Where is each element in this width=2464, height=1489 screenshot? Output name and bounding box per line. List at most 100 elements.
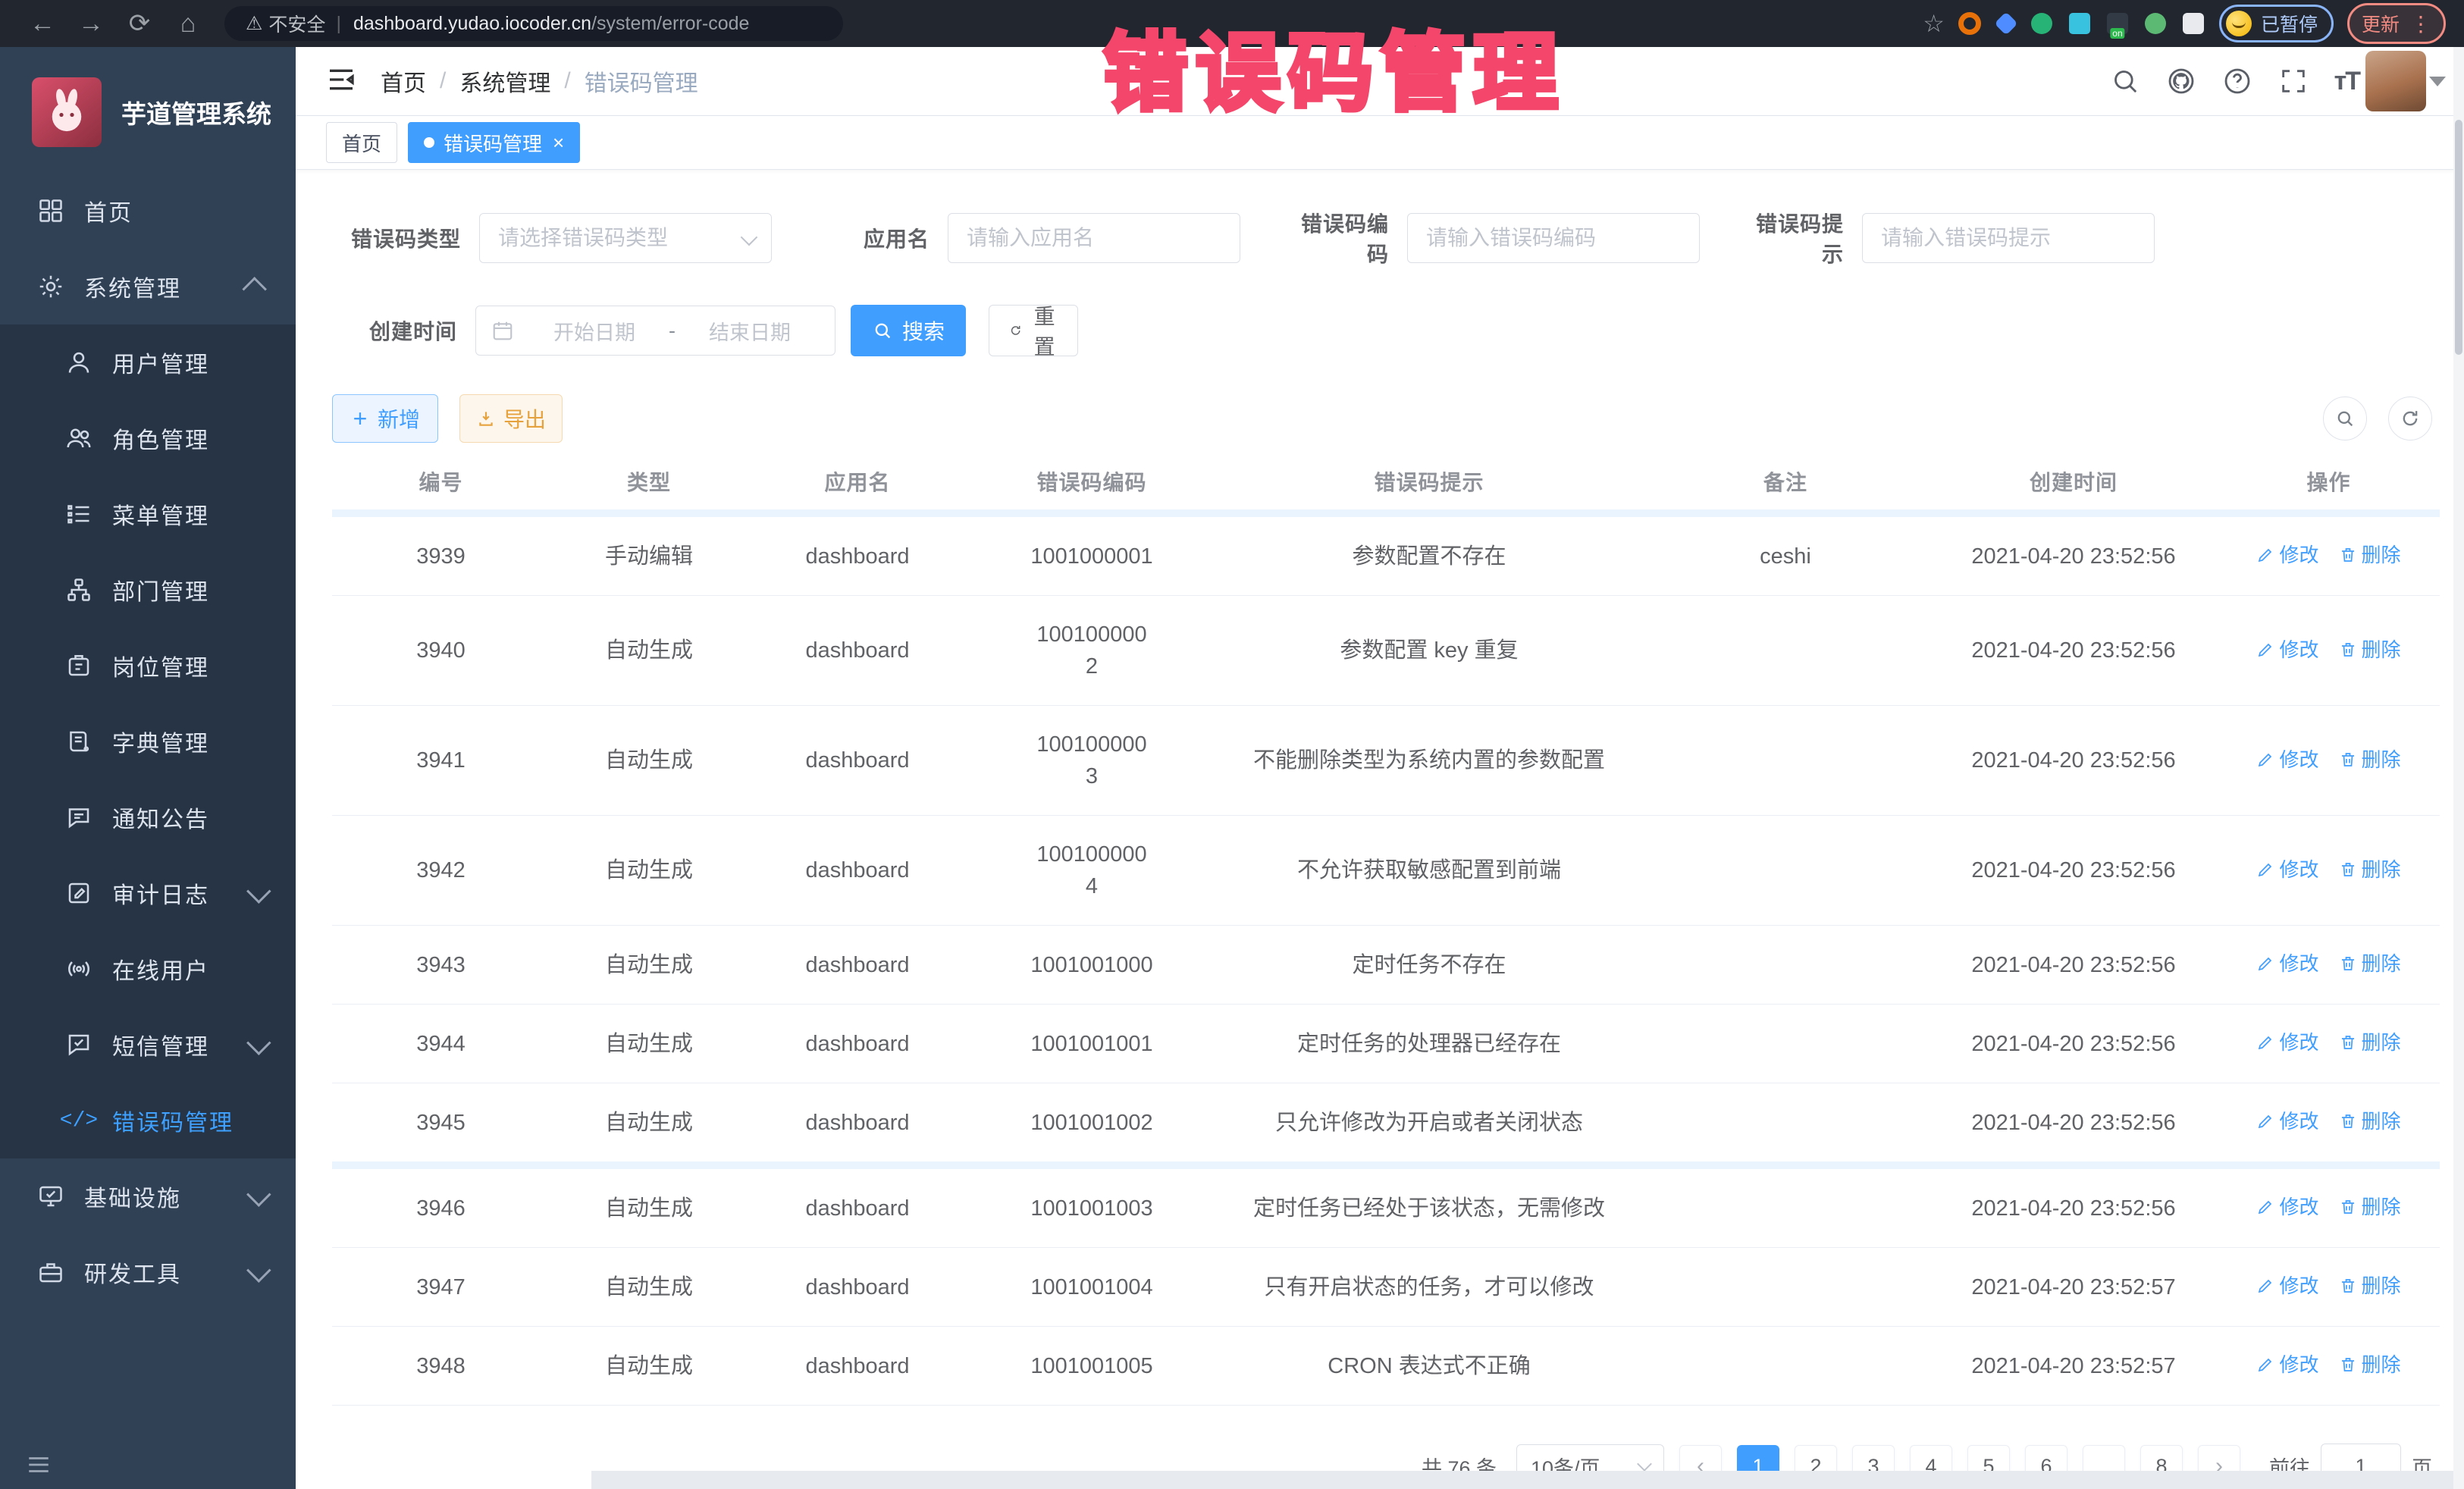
close-tab-icon[interactable]: × (553, 131, 564, 155)
menu-fold-icon[interactable] (326, 64, 356, 99)
edit-link[interactable]: 修改 (2256, 948, 2318, 979)
date-range-picker[interactable]: 开始日期 - 结束日期 (475, 306, 835, 356)
search-icon[interactable] (2110, 66, 2140, 96)
tools-icon (34, 1259, 67, 1286)
cell-remark (1641, 706, 1930, 816)
ext-blue-gem[interactable] (1994, 11, 2017, 35)
column-header-1: 类型 (550, 453, 748, 513)
bookmark-star-icon[interactable]: ☆ (1923, 9, 1945, 38)
scrollbar-thumb[interactable] (2455, 120, 2462, 355)
tab-error-code[interactable]: 错误码管理 × (408, 122, 580, 163)
sidebar-item-label: 审计日志 (112, 876, 248, 910)
edit-link[interactable]: 修改 (2256, 635, 2318, 665)
edit-link[interactable]: 修改 (2256, 854, 2318, 885)
sidebar-item-code[interactable]: </>错误码管理 (0, 1083, 296, 1158)
sidebar-item-user[interactable]: 用户管理 (0, 324, 296, 400)
sidebar-item-audit-log[interactable]: 审计日志 (0, 855, 296, 931)
sidebar-item-users[interactable]: 角色管理 (0, 400, 296, 476)
back-icon[interactable]: ← (18, 9, 67, 39)
breadcrumb-current: 错误码管理 (585, 64, 698, 98)
delete-link[interactable]: 删除 (2339, 540, 2401, 570)
delete-link[interactable]: 删除 (2339, 948, 2401, 979)
sidebar-item-gear[interactable]: 系统管理 (0, 249, 296, 324)
table-row: 3943自动生成dashboard1001001000定时任务不存在2021-0… (332, 926, 2440, 1005)
refresh-table-icon[interactable] (2388, 397, 2432, 440)
forward-icon[interactable]: → (67, 9, 115, 39)
edit-link[interactable]: 修改 (2256, 540, 2318, 570)
cell-code: 1001000001 (967, 513, 1217, 596)
delete-link[interactable]: 删除 (2339, 854, 2401, 885)
edit-link[interactable]: 修改 (2256, 1271, 2318, 1301)
ext-blue-grid[interactable] (2069, 13, 2090, 34)
edit-link[interactable]: 修改 (2256, 1027, 2318, 1058)
breadcrumb-home[interactable]: 首页 (381, 64, 426, 98)
sidebar-item-org-tree[interactable]: 部门管理 (0, 552, 296, 628)
sidebar-item-menu-list[interactable]: 菜单管理 (0, 476, 296, 552)
delete-link[interactable]: 删除 (2339, 1106, 2401, 1136)
chevron-down-icon[interactable] (2429, 77, 2446, 86)
help-icon[interactable] (2222, 66, 2252, 96)
ext-green-circle[interactable] (2031, 13, 2052, 34)
sidebar-item-tools[interactable]: 研发工具 (0, 1234, 296, 1310)
edit-link[interactable]: 修改 (2256, 744, 2318, 775)
sidebar-collapse-icon[interactable] (0, 1440, 296, 1489)
cell-id: 3942 (332, 816, 550, 926)
font-size-icon[interactable]: тT (2334, 67, 2359, 96)
reset-button[interactable]: 重置 (989, 305, 1078, 356)
edit-link[interactable]: 修改 (2256, 1106, 2318, 1136)
cell-msg: 参数配置不存在 (1217, 513, 1641, 596)
user-avatar[interactable] (2365, 51, 2426, 111)
reload-icon[interactable]: ⟳ (115, 8, 164, 39)
cell-actions: 修改删除 (2218, 926, 2440, 1005)
browser-update-button[interactable]: 更新 ⋮ (2347, 3, 2446, 44)
sidebar-item-online[interactable]: 在线用户 (0, 931, 296, 1007)
ext-orange-ring[interactable] (1958, 12, 1981, 35)
menu-list-icon (62, 500, 96, 528)
github-icon[interactable] (2166, 66, 2196, 96)
toggle-search-icon[interactable] (2323, 397, 2367, 440)
cell-msg: 只允许修改为开启或者关闭状态 (1217, 1083, 1641, 1166)
search-button[interactable]: 搜索 (851, 305, 966, 356)
edit-link[interactable]: 修改 (2256, 1192, 2318, 1222)
edit-link[interactable]: 修改 (2256, 1350, 2318, 1380)
browser-menu-dots-icon[interactable]: ⋮ (2410, 11, 2431, 36)
delete-link[interactable]: 删除 (2339, 1350, 2401, 1380)
filter-input-1[interactable] (948, 213, 1240, 263)
ext-puzzle[interactable] (2183, 13, 2204, 34)
export-button[interactable]: 导出 (459, 394, 563, 443)
tab-home[interactable]: 首页 (326, 122, 397, 163)
delete-link[interactable]: 删除 (2339, 635, 2401, 665)
edit-label: 修改 (2279, 744, 2318, 775)
home-icon[interactable]: ⌂ (164, 9, 212, 39)
column-header-5: 备注 (1641, 453, 1930, 513)
sidebar-item-announcement[interactable]: 通知公告 (0, 779, 296, 855)
error-type-select-input[interactable] (479, 213, 772, 263)
add-button[interactable]: +新增 (332, 394, 438, 443)
delete-link[interactable]: 删除 (2339, 1192, 2401, 1222)
chevron-down-icon (246, 1030, 271, 1055)
browser-profile-chip[interactable]: 已暂停 (2219, 5, 2334, 42)
delete-label: 删除 (2362, 540, 2401, 570)
sidebar-item-infra[interactable]: 基础设施 (0, 1158, 296, 1234)
ext-green-bot[interactable] (2145, 13, 2166, 34)
sidebar-item-badge[interactable]: 岗位管理 (0, 628, 296, 704)
delete-link[interactable]: 删除 (2339, 1271, 2401, 1301)
page-scrollbar[interactable] (2453, 47, 2464, 1489)
filter-input-2[interactable] (1407, 213, 1700, 263)
breadcrumb-system[interactable]: 系统管理 (459, 64, 550, 98)
filter-input-3[interactable] (1862, 213, 2155, 263)
edit-label: 修改 (2279, 854, 2318, 885)
delete-link[interactable]: 删除 (2339, 1027, 2401, 1058)
chevron-down-icon (1637, 1456, 1652, 1472)
sidebar-item-dashboard[interactable]: 首页 (0, 173, 296, 249)
fullscreen-icon[interactable] (2278, 66, 2309, 96)
sidebar-item-sms[interactable]: 短信管理 (0, 1007, 296, 1083)
app-logo-row[interactable]: 芋道管理系统 (0, 47, 296, 167)
edit-label: 修改 (2279, 1271, 2318, 1301)
delete-link[interactable]: 删除 (2339, 744, 2401, 775)
sidebar-item-book[interactable]: 字典管理 (0, 704, 296, 779)
address-bar[interactable]: ⚠ 不安全 | dashboard.yudao.iocoder.cn/syste… (224, 6, 843, 41)
ext-list-on[interactable]: on (2107, 13, 2128, 34)
table-row: 3946自动生成dashboard1001001003定时任务已经处于该状态，无… (332, 1165, 2440, 1248)
security-warning-icon[interactable]: ⚠ 不安全 (246, 10, 325, 37)
